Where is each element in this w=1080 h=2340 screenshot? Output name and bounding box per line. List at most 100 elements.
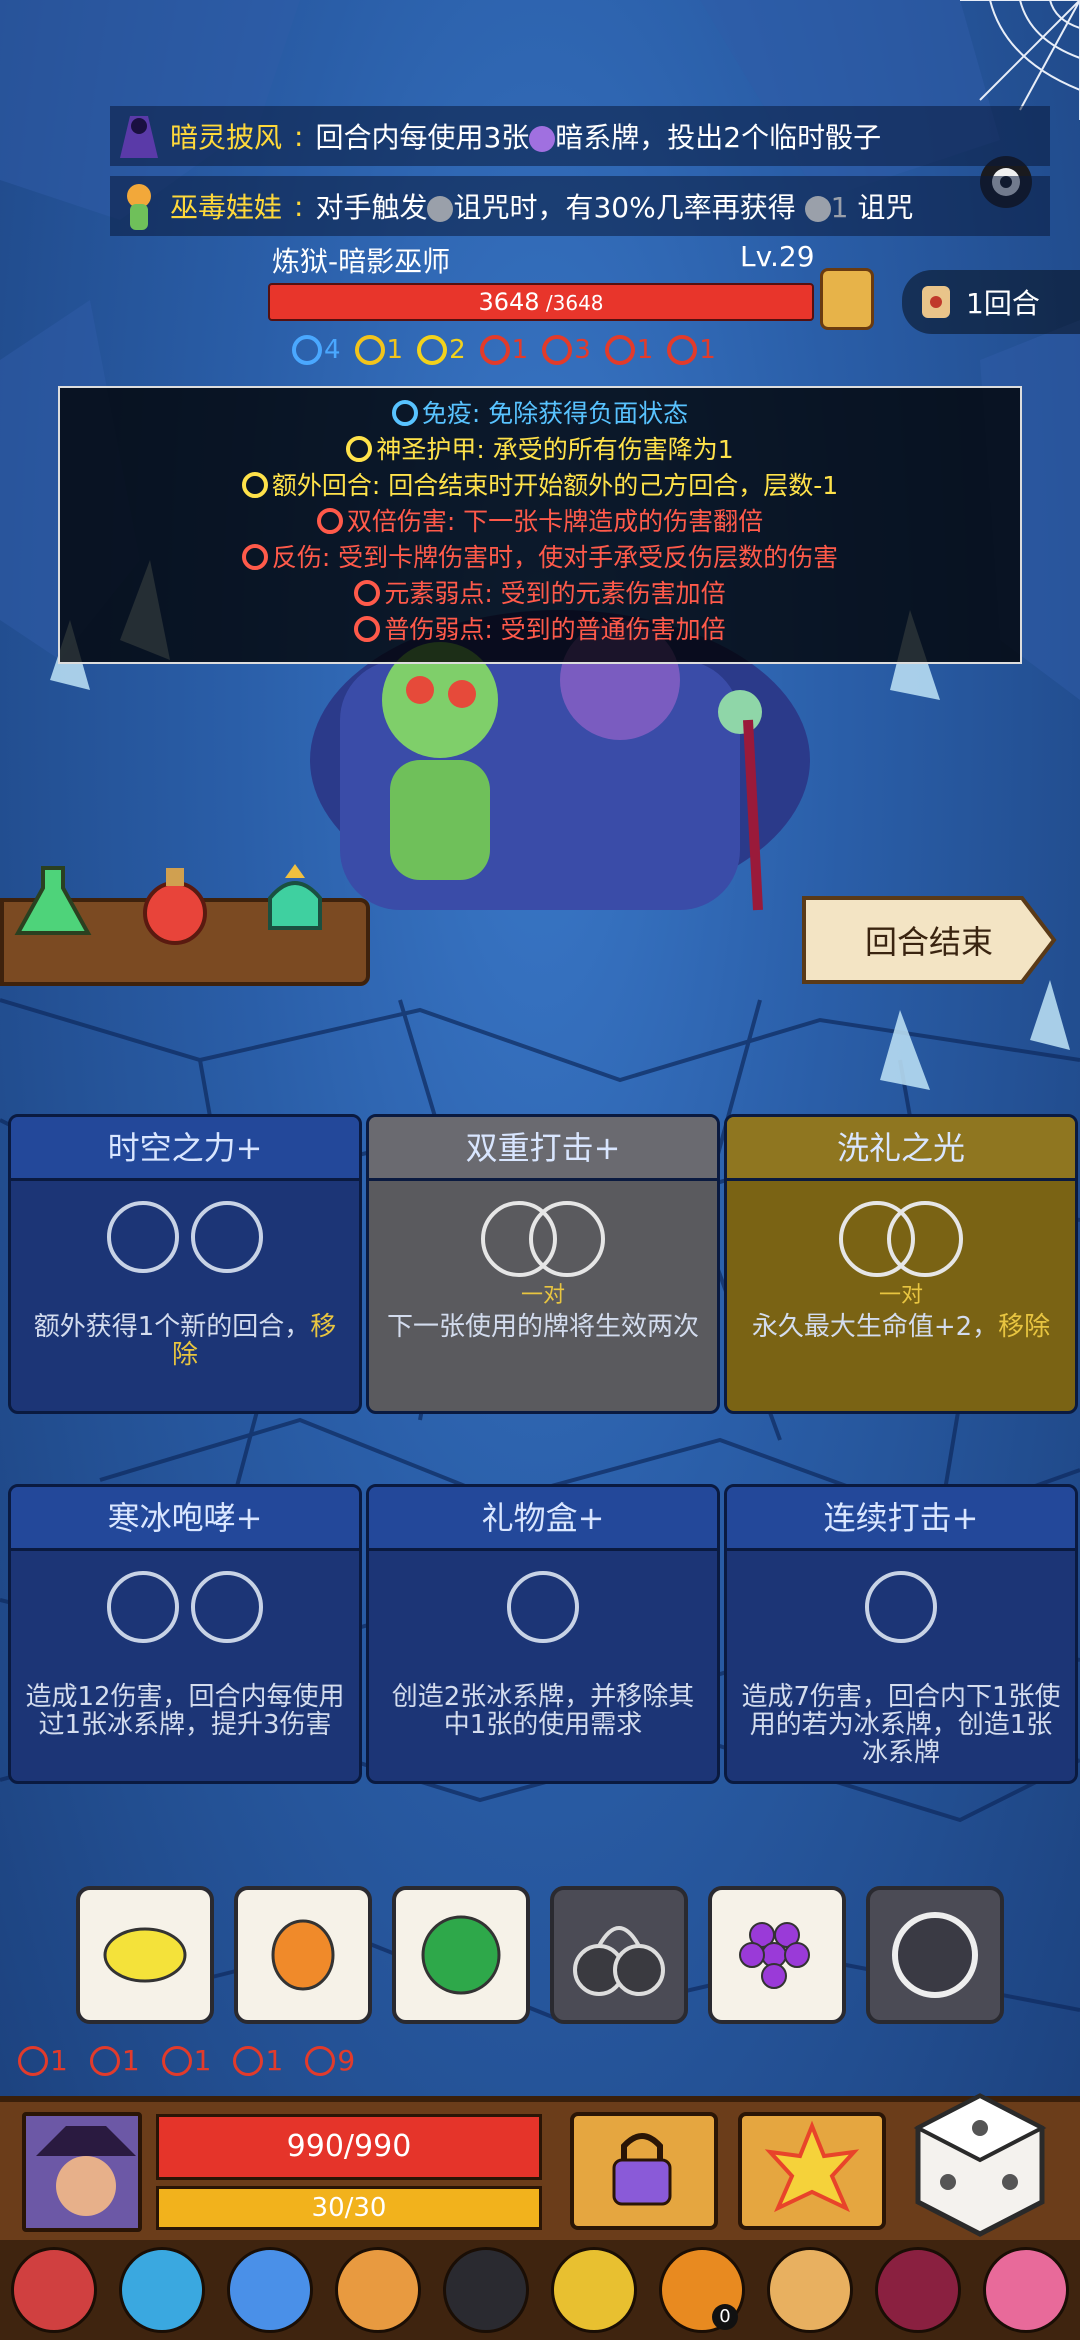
- burn-icon: [305, 2045, 336, 2076]
- skill-card[interactable]: 时空之力+ 额外获得1个新的回合，移除: [8, 1114, 362, 1414]
- card-description: 下一张使用的牌将生效两次: [369, 1303, 717, 1341]
- dice-slot-icon[interactable]: [107, 1571, 179, 1643]
- enemy-name: 炼狱-暗影巫师: [272, 245, 451, 278]
- golden-mask-icon[interactable]: 0: [659, 2247, 745, 2333]
- red-potion-icon[interactable]: [130, 858, 220, 948]
- extra-turn-icon: [241, 472, 268, 498]
- dice-slots[interactable]: [727, 1201, 1075, 1277]
- enemy-status-row: 4 1 2 1 3 1 1: [292, 330, 716, 370]
- die-lemon[interactable]: [76, 1886, 214, 2024]
- enemy-status[interactable]: 1: [354, 335, 403, 365]
- pink-egg-icon[interactable]: [983, 2247, 1069, 2333]
- passive-name: 巫毒娃娃: [170, 191, 283, 224]
- skill-card[interactable]: 双重打击+ 一对 下一张使用的牌将生效两次: [366, 1114, 720, 1414]
- status-count: 3: [574, 335, 591, 365]
- status-count: 1: [265, 2044, 284, 2077]
- passive-desc: 对手触发 诅咒时，有30%几率再获得 1 诅咒: [315, 191, 914, 224]
- tooltip-line: 神圣护甲: 承受的所有伤害降为1: [60, 432, 1020, 468]
- tooltip-text: 神圣护甲: 承受的所有伤害降为1: [376, 435, 734, 464]
- dark-orb-icon: [892, 1912, 978, 1998]
- dice-slots[interactable]: [11, 1201, 359, 1277]
- player-energy-bar: 30/30: [156, 2186, 542, 2230]
- card-description: 额外获得1个新的回合，移除: [11, 1303, 359, 1369]
- die-dark-orb[interactable]: [866, 1886, 1004, 2024]
- enemy-dice-info-button[interactable]: [820, 268, 874, 330]
- status-count: 1: [193, 2044, 212, 2077]
- dice-slot-icon[interactable]: [107, 1201, 179, 1273]
- enemy-status[interactable]: 1: [604, 335, 653, 365]
- die-grape[interactable]: [708, 1886, 846, 2024]
- die-cherry[interactable]: [550, 1886, 688, 2024]
- enemy-hp-max: /3648: [539, 291, 604, 315]
- explosion-skill-button[interactable]: [738, 2112, 886, 2230]
- enemy-status[interactable]: 4: [292, 335, 341, 365]
- card-desc-text: 造成7伤害，回合内下1张使用的若为冰系牌，创造1张冰系牌: [741, 1682, 1061, 1768]
- enemy-level: Lv.29: [740, 240, 815, 273]
- end-turn-button[interactable]: 回合结束: [800, 892, 1058, 988]
- dice-slots[interactable]: [727, 1571, 1075, 1647]
- card-desc-text: 创造2张冰系牌，并移除其中1张的使用需求: [391, 1682, 695, 1740]
- die-orange[interactable]: [234, 1886, 372, 2024]
- tooltip-text: 普伤弱点: 受到的普通伤害加倍: [384, 615, 726, 644]
- lock-skill-button[interactable]: [570, 2112, 718, 2230]
- tooltip-line: 额外回合: 回合结束时开始额外的己方回合，层数-1: [60, 468, 1020, 504]
- watermelon-icon: [421, 1915, 501, 1995]
- moon-icon: [529, 126, 556, 152]
- rune-icon[interactable]: [551, 2247, 637, 2333]
- ice-gem-icon[interactable]: [119, 2247, 205, 2333]
- eye-orb-icon[interactable]: [335, 2247, 421, 2333]
- passive-desc: 回合内每使用3张 暗系牌，投出2个临时骰子: [315, 121, 882, 154]
- dice-slot-icon[interactable]: [507, 1571, 579, 1643]
- element-weakness-icon: [604, 335, 635, 365]
- player-status[interactable]: 1: [161, 2044, 212, 2077]
- dice-slot-icon[interactable]: [865, 1571, 937, 1643]
- voodoo-doll-icon: [127, 184, 151, 230]
- card-description: 造成7伤害，回合内下1张使用的若为冰系牌，创造1张冰系牌: [727, 1673, 1075, 1767]
- card-title: 礼物盒+: [369, 1487, 717, 1551]
- enemy-status[interactable]: 1: [479, 335, 528, 365]
- shield-break-icon: [89, 2045, 120, 2076]
- cursed-cloak-icon[interactable]: [875, 2247, 961, 2333]
- status-count: 4: [324, 335, 341, 365]
- physical-weakness-icon: [233, 2045, 264, 2076]
- player-avatar[interactable]: [22, 2112, 142, 2232]
- green-potion-icon[interactable]: [8, 858, 98, 948]
- enemy-status[interactable]: 3: [542, 335, 591, 365]
- player-status[interactable]: 1: [89, 2044, 140, 2077]
- reflect-icon: [542, 335, 573, 365]
- ring-icon[interactable]: [11, 2247, 97, 2333]
- skill-card[interactable]: 礼物盒+ 创造2张冰系牌，并移除其中1张的使用需求: [366, 1484, 720, 1784]
- dice-slot-icon[interactable]: [191, 1571, 263, 1643]
- spiked-die-icon[interactable]: [767, 2247, 853, 2333]
- pair-slot-icon[interactable]: [481, 1201, 605, 1277]
- dice-slots[interactable]: [11, 1571, 359, 1647]
- dice-slot-icon[interactable]: [191, 1201, 263, 1273]
- player-status[interactable]: 9: [305, 2044, 355, 2077]
- ice-crystal-icon[interactable]: [227, 2247, 313, 2333]
- passive-voodoo-doll[interactable]: 巫毒娃娃: 对手触发 诅咒时，有30%几率再获得 1 诅咒: [110, 176, 1050, 236]
- dice-slots[interactable]: [369, 1571, 717, 1647]
- card-description: 永久最大生命值+2，移除: [727, 1303, 1075, 1341]
- teal-potion-icon[interactable]: [250, 858, 340, 948]
- player-status[interactable]: 1: [233, 2044, 283, 2077]
- die-watermelon[interactable]: [392, 1886, 530, 2024]
- enemy-status[interactable]: 1: [667, 335, 716, 365]
- pair-slot-icon[interactable]: [839, 1201, 963, 1277]
- tooltip-line: 免疫: 免除获得负面状态: [60, 396, 1020, 432]
- dark-cloak-icon: [120, 116, 158, 158]
- skill-card[interactable]: 寒冰咆哮+ 造成12伤害，回合内每使用过1张冰系牌，提升3伤害: [8, 1484, 362, 1784]
- immunity-icon: [391, 400, 418, 426]
- skill-card[interactable]: 连续打击+ 造成7伤害，回合内下1张使用的若为冰系牌，创造1张冰系牌: [724, 1484, 1078, 1784]
- dice-slots[interactable]: [369, 1201, 717, 1277]
- dark-wing-icon[interactable]: [443, 2247, 529, 2333]
- skill-card[interactable]: 洗礼之光 一对 永久最大生命值+2，移除: [724, 1114, 1078, 1414]
- holy-armor-icon: [354, 335, 385, 365]
- extra-turn-icon: [417, 335, 448, 365]
- slot-requirement: [727, 1647, 1075, 1673]
- enemy-status[interactable]: 2: [417, 335, 466, 365]
- passive-dark-cloak[interactable]: 暗灵披风: 回合内每使用3张 暗系牌，投出2个临时骰子: [110, 106, 1050, 166]
- card-description: 创造2张冰系牌，并移除其中1张的使用需求: [369, 1673, 717, 1739]
- player-status[interactable]: 1: [18, 2044, 68, 2077]
- status-count: 9: [337, 2044, 356, 2077]
- roll-dice-button[interactable]: [910, 2090, 1050, 2240]
